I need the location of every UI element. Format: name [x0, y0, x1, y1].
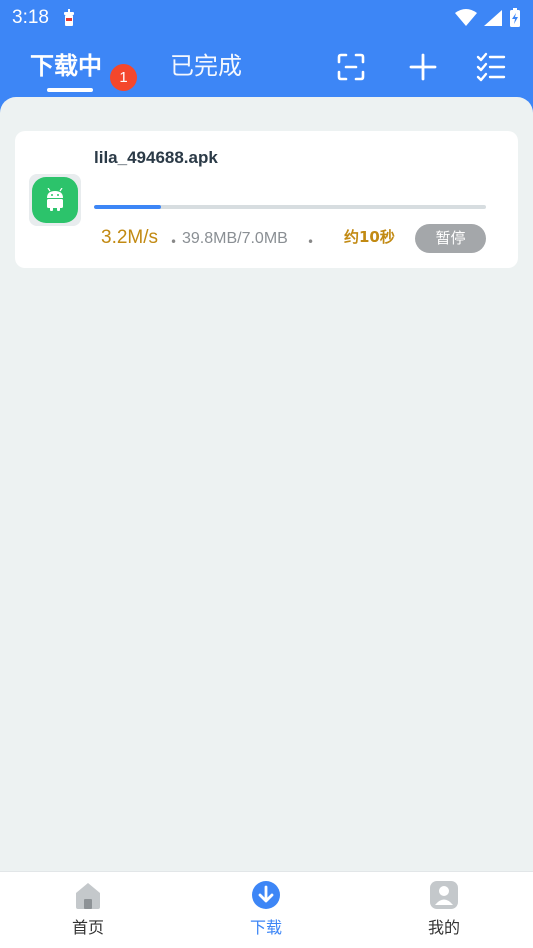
- notification-app-icon: [63, 9, 74, 26]
- download-icon: [252, 881, 280, 909]
- battery-icon: [510, 8, 520, 27]
- add-icon[interactable]: [408, 52, 438, 82]
- bottom-nav: 首页 下载 我的: [0, 871, 533, 948]
- scan-icon[interactable]: [336, 52, 366, 82]
- nav-label-download: 下载: [249, 918, 282, 937]
- cell-signal-icon: [484, 10, 502, 26]
- time-remaining: 约10秒: [344, 228, 395, 246]
- pause-button[interactable]: 暂停: [415, 224, 486, 253]
- download-item[interactable]: lila_494688.apk 3.2M/s • 39.8MB/7.0MB • …: [15, 131, 518, 268]
- tab-completed[interactable]: 已完成: [170, 50, 242, 82]
- download-speed: 3.2M/s: [101, 227, 159, 248]
- header: 下载中 1 已完成: [0, 36, 533, 98]
- download-list: lila_494688.apk 3.2M/s • 39.8MB/7.0MB • …: [0, 97, 533, 871]
- separator-dot: •: [170, 235, 178, 249]
- separator-dot: •: [307, 235, 315, 249]
- status-icons: [455, 8, 521, 28]
- progress-fill: [94, 205, 161, 209]
- download-size: 39.8MB/7.0MB: [182, 230, 288, 247]
- nav-item-download[interactable]: 下载: [226, 880, 306, 938]
- home-icon: [76, 883, 100, 909]
- app-icon-frame: [29, 174, 81, 226]
- file-name: lila_494688.apk: [94, 148, 218, 167]
- progress-bar: [94, 205, 486, 209]
- android-icon: [47, 188, 63, 211]
- android-app-icon: [32, 177, 78, 223]
- status-time: 3:18: [12, 7, 49, 28]
- nav-label-home: 首页: [71, 918, 104, 937]
- wifi-icon: [455, 9, 477, 26]
- nav-item-home[interactable]: 首页: [48, 880, 128, 938]
- checklist-icon[interactable]: [476, 52, 506, 82]
- downloading-count-badge: 1: [110, 64, 137, 91]
- nav-item-mine[interactable]: 我的: [404, 880, 484, 938]
- active-tab-indicator: [47, 88, 93, 92]
- nav-label-mine: 我的: [427, 918, 460, 937]
- status-bar: 3:18: [0, 0, 533, 36]
- tab-downloading[interactable]: 下载中: [30, 50, 102, 82]
- profile-icon: [430, 881, 458, 909]
